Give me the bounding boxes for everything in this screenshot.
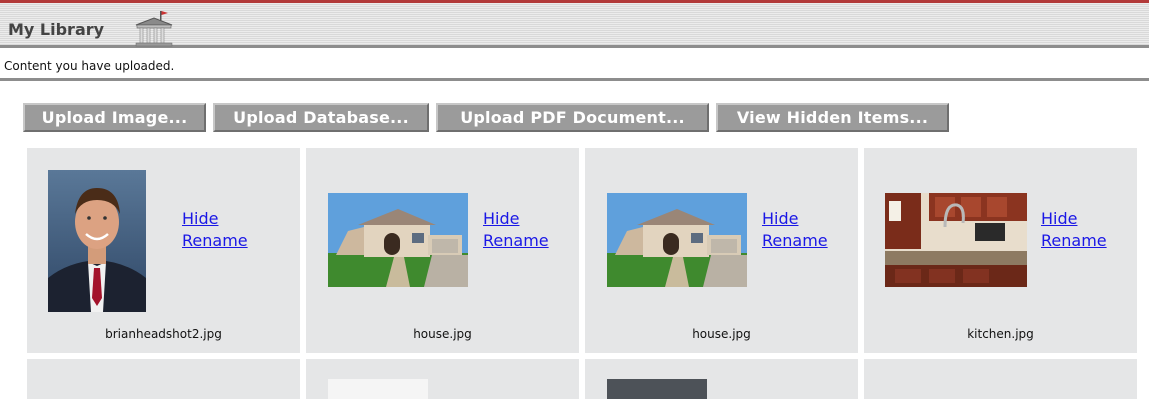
thumbnail-image[interactable] — [885, 193, 1027, 287]
upload-pdf-button[interactable]: Upload PDF Document... — [436, 103, 709, 132]
hide-link[interactable]: Hide — [762, 208, 828, 230]
rename-link[interactable]: Rename — [762, 230, 828, 252]
hide-link[interactable]: Hide — [1041, 208, 1107, 230]
list-item — [864, 359, 1137, 399]
page-title: My Library — [8, 20, 105, 39]
hide-link[interactable]: Hide — [182, 208, 248, 230]
thumbnail-image[interactable] — [607, 379, 707, 399]
list-item: Hide Rename house.jpg — [306, 148, 579, 353]
view-hidden-items-button[interactable]: View Hidden Items... — [716, 103, 949, 132]
file-name: house.jpg — [692, 327, 751, 341]
thumbnail-image[interactable] — [607, 193, 747, 287]
item-actions: Hide Rename — [1041, 208, 1107, 252]
upload-image-button[interactable]: Upload Image... — [23, 103, 206, 132]
list-item — [585, 359, 858, 399]
item-actions: Hide Rename — [762, 208, 828, 252]
thumbnail-image[interactable] — [328, 379, 428, 399]
list-item: Hide Rename brianheadshot2.jpg — [27, 148, 300, 353]
file-name: house.jpg — [413, 327, 472, 341]
divider — [0, 78, 1149, 81]
item-actions: Hide Rename — [483, 208, 549, 252]
list-item — [27, 359, 300, 399]
list-item: Hide Rename kitchen.jpg — [864, 148, 1137, 353]
hide-link[interactable]: Hide — [483, 208, 549, 230]
item-actions: Hide Rename — [182, 208, 248, 252]
thumbnail-image[interactable] — [48, 170, 146, 312]
library-header: My Library — [0, 0, 1149, 48]
rename-link[interactable]: Rename — [483, 230, 549, 252]
thumbnail-image[interactable] — [328, 193, 468, 287]
list-item: Hide Rename house.jpg — [585, 148, 858, 353]
list-item — [306, 359, 579, 399]
library-building-icon — [130, 9, 178, 49]
page-subtitle: Content you have uploaded. — [4, 59, 175, 73]
rename-link[interactable]: Rename — [182, 230, 248, 252]
rename-link[interactable]: Rename — [1041, 230, 1107, 252]
file-name: kitchen.jpg — [967, 327, 1034, 341]
upload-database-button[interactable]: Upload Database... — [213, 103, 429, 132]
file-name: brianheadshot2.jpg — [105, 327, 222, 341]
